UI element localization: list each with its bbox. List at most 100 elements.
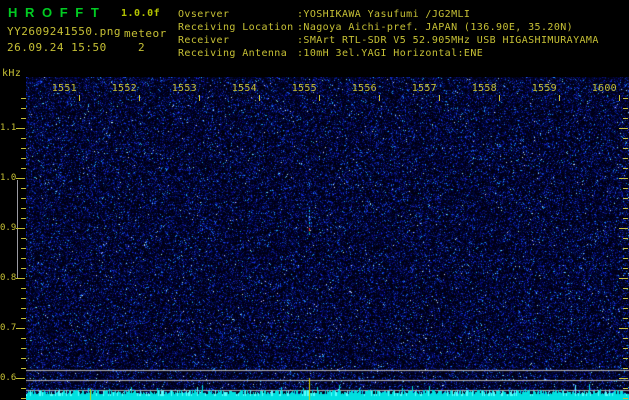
mode-label: meteor [124, 27, 167, 40]
y-major-tick [619, 378, 628, 379]
y-minor-tick [623, 198, 628, 199]
time-tick [559, 95, 560, 101]
y-minor-tick [21, 158, 26, 159]
time-label: 1559 [531, 83, 557, 94]
y-minor-tick [21, 398, 26, 399]
info-row-label: Receiving Location [178, 22, 294, 33]
y-major-tick [16, 378, 25, 379]
info-row: Receiver:SMArt RTL-SDR V5 52.905MHz USB … [178, 35, 599, 48]
y-minor-tick [623, 318, 628, 319]
info-row-value: :YOSHIKAWA Yasufumi /JG2MLI [297, 9, 471, 20]
time-label: 1552 [111, 83, 137, 94]
info-row-label: Ovserver [178, 9, 230, 20]
y-minor-tick [623, 388, 628, 389]
y-minor-tick [623, 348, 628, 349]
y-minor-tick [21, 218, 26, 219]
y-minor-tick [21, 258, 26, 259]
y-minor-tick [21, 138, 26, 139]
y-minor-tick [623, 138, 628, 139]
y-minor-tick [623, 188, 628, 189]
y-minor-tick [21, 348, 26, 349]
time-tick [439, 95, 440, 101]
y-major-tick [16, 128, 25, 129]
y-minor-tick [21, 368, 26, 369]
time-tick [139, 95, 140, 101]
y-major-tick [16, 178, 25, 179]
y-minor-tick [623, 308, 628, 309]
info-row: Receiving Antenna :10mH 3el.YAGI Horizont… [178, 48, 599, 61]
y-minor-tick [623, 98, 628, 99]
y-minor-tick [623, 248, 628, 249]
info-row-label: Receiver [178, 35, 230, 46]
y-minor-tick [21, 188, 26, 189]
app-version: 1.0.0f [121, 8, 161, 19]
y-axis-label: 0.6 [0, 373, 17, 383]
y-minor-tick [623, 288, 628, 289]
y-minor-tick [21, 208, 26, 209]
station-info-block: Ovserver:YOSHIKAWA Yasufumi /JG2MLI Recei… [178, 9, 599, 61]
calibration-bar [17, 180, 18, 278]
time-label: 1558 [471, 83, 497, 94]
y-axis-label: 1.1 [0, 123, 17, 133]
y-minor-tick [623, 208, 628, 209]
y-major-tick [619, 228, 628, 229]
y-axis-label: 1.0 [0, 173, 17, 183]
y-minor-tick [21, 358, 26, 359]
y-minor-tick [21, 248, 26, 249]
y-major-tick [619, 328, 628, 329]
time-label: 1557 [411, 83, 437, 94]
y-minor-tick [623, 368, 628, 369]
y-minor-tick [623, 118, 628, 119]
time-tick [379, 95, 380, 101]
y-minor-tick [623, 158, 628, 159]
info-row-label: Receiving Antenna [178, 48, 288, 59]
time-tick [619, 95, 620, 101]
time-tick [199, 95, 200, 101]
y-minor-tick [623, 298, 628, 299]
y-minor-tick [623, 238, 628, 239]
y-minor-tick [21, 148, 26, 149]
meteor-count: 2 [138, 41, 146, 54]
time-label: 1551 [51, 83, 77, 94]
info-row-value: :10mH 3el.YAGI Horizontal:ENE [297, 48, 484, 59]
y-minor-tick [623, 108, 628, 109]
observation-datetime: 26.09.24 15:50 [7, 41, 107, 54]
time-label: 1554 [231, 83, 257, 94]
y-minor-tick [21, 288, 26, 289]
y-minor-tick [21, 318, 26, 319]
y-minor-tick [623, 338, 628, 339]
y-minor-tick [21, 298, 26, 299]
y-major-tick [16, 328, 25, 329]
y-axis-label: 0.8 [0, 273, 17, 283]
output-filename: YY2609241550.png [7, 25, 121, 38]
time-tick [499, 95, 500, 101]
y-minor-tick [21, 108, 26, 109]
app-title: H R O F F T [8, 5, 101, 20]
y-major-tick [619, 128, 628, 129]
y-minor-tick [623, 148, 628, 149]
y-minor-tick [623, 358, 628, 359]
hrofft-spectrogram-screen: H R O F F T 1.0.0f YY2609241550.png mete… [0, 0, 629, 400]
info-row-value: :Nagoya Aichi-pref. JAPAN (136.90E, 35.2… [297, 22, 574, 33]
y-minor-tick [21, 98, 26, 99]
y-axis-label: 0.9 [0, 223, 17, 233]
y-minor-tick [21, 388, 26, 389]
y-major-tick [619, 278, 628, 279]
y-minor-tick [21, 238, 26, 239]
y-minor-tick [623, 258, 628, 259]
time-tick [319, 95, 320, 101]
y-minor-tick [21, 118, 26, 119]
time-label: 1556 [351, 83, 377, 94]
y-major-tick [16, 278, 25, 279]
y-axis-label: 0.7 [0, 323, 17, 333]
time-label: 1555 [291, 83, 317, 94]
y-minor-tick [21, 198, 26, 199]
y-axis-unit-label: kHz [2, 68, 22, 79]
y-minor-tick [21, 338, 26, 339]
y-minor-tick [623, 398, 628, 399]
y-minor-tick [21, 268, 26, 269]
y-minor-tick [21, 308, 26, 309]
y-minor-tick [623, 168, 628, 169]
time-label: 1600 [591, 83, 617, 94]
info-row: Ovserver :YOSHIKAWA Yasufumi /JG2MLI [178, 9, 599, 22]
